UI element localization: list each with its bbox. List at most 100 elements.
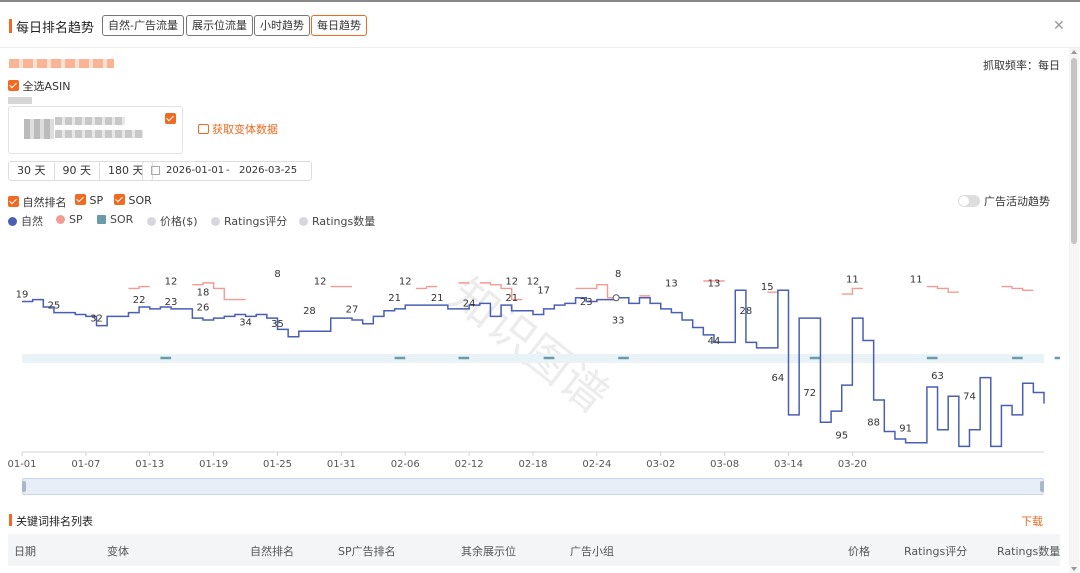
organic-data-label: 23	[580, 297, 593, 308]
download-button[interactable]: 下载	[1021, 513, 1043, 529]
calendar-icon	[151, 166, 160, 175]
range-buttons: 30 天 90 天 180 天	[8, 161, 153, 181]
col-variant: 变体	[107, 545, 129, 558]
organic-data-label: 33	[612, 315, 625, 326]
legend-dot	[299, 217, 308, 226]
legend-label: Ratings评分	[224, 215, 288, 228]
tab-daily-trend[interactable]: 每日趋势	[311, 15, 367, 36]
organic-data-label: 88	[867, 418, 880, 429]
range-slider[interactable]	[22, 478, 1044, 495]
x-tick-label: 01-13	[135, 459, 164, 470]
col-other-placement: 其余展示位	[461, 545, 516, 558]
legend-label: SP	[69, 213, 83, 226]
fetch-variants-label: 获取变体数据	[212, 123, 278, 136]
organic-data-label: 95	[835, 431, 848, 442]
legend-price[interactable]: 价格($)	[147, 213, 198, 229]
col-ratings-score: Ratings评分	[904, 545, 968, 558]
sp-data-label: 11	[910, 275, 923, 286]
x-tick-label: 03-14	[774, 459, 803, 470]
sp-data-label: 13	[708, 278, 721, 289]
x-tick-label: 03-02	[646, 459, 675, 470]
organic-data-label: 44	[708, 336, 721, 347]
check-sor[interactable]: SOR	[114, 194, 152, 207]
calendar-icon	[198, 124, 209, 134]
sp-data-label: 12	[314, 276, 327, 287]
sp-data-label: 12	[505, 276, 518, 287]
scroll-up-icon[interactable]	[1071, 50, 1077, 54]
legend-label: Ratings数量	[312, 215, 376, 228]
sp-data-label: 15	[761, 282, 774, 293]
slider-handle-left[interactable]	[22, 481, 26, 492]
organic-data-label: 22	[133, 295, 146, 306]
asin-tag-redacted	[8, 97, 32, 104]
organic-data-label: 24	[463, 299, 476, 310]
legend-sp[interactable]: SP	[56, 213, 83, 226]
x-tick-label: 01-19	[199, 459, 228, 470]
organic-data-label: 34	[239, 317, 252, 328]
sp-data-label: 17	[537, 286, 550, 297]
select-all-asin[interactable]: 全选ASIN	[8, 78, 70, 94]
sp-data-label: 8	[274, 269, 280, 280]
dialog-header: 每日排名趋势 自然-广告流量 展示位流量 小时趋势 每日趋势 ✕	[0, 2, 1080, 48]
legend-ratings-score[interactable]: Ratings评分	[211, 213, 287, 229]
legend-sor[interactable]: SOR	[97, 213, 133, 226]
checkbox-icon[interactable]	[8, 80, 19, 91]
organic-data-label: 21	[431, 293, 444, 304]
organic-data-label: 32	[90, 314, 103, 325]
col-ad-group: 广告小组	[570, 545, 614, 558]
organic-data-label: 28	[303, 306, 316, 317]
legend-ratings-count[interactable]: Ratings数量	[299, 213, 375, 229]
check-organic-label: 自然排名	[22, 196, 67, 209]
check-sor-label: SOR	[128, 194, 152, 207]
legend-dot	[56, 215, 65, 224]
keyword-redacted	[9, 59, 114, 68]
keyword-table-header: 日期 变体 自然排名 SP广告排名 其余展示位 广告小组 价格 Ratings评…	[8, 534, 1060, 566]
checkbox-icon[interactable]	[114, 194, 125, 205]
scrollbar[interactable]	[1069, 48, 1079, 573]
col-organic-rank: 自然排名	[250, 545, 294, 558]
organic-data-label: 13	[665, 278, 678, 289]
date-start[interactable]: 2026-01-01	[166, 162, 224, 180]
asin-card[interactable]	[8, 106, 183, 154]
sp-data-label: 12	[165, 276, 178, 287]
organic-data-label: 74	[963, 392, 976, 403]
slider-handle-right[interactable]	[1040, 481, 1044, 492]
organic-data-label: 23	[165, 297, 178, 308]
col-price: 价格	[848, 545, 870, 558]
fetch-variants-button[interactable]: 获取变体数据	[198, 121, 278, 137]
col-ratings-count: Ratings数量	[997, 545, 1061, 558]
scroll-down-icon[interactable]	[1071, 567, 1077, 571]
legend-square	[97, 215, 106, 224]
scrollbar-thumb[interactable]	[1071, 58, 1077, 244]
x-tick-label: 03-20	[838, 459, 867, 470]
date-end[interactable]: 2026-03-25	[239, 162, 297, 180]
tab-placement-traffic[interactable]: 展示位流量	[186, 15, 253, 36]
close-icon[interactable]: ✕	[1053, 18, 1065, 34]
organic-data-label: 25	[48, 301, 61, 312]
tab-organic-ad-traffic[interactable]: 自然-广告流量	[102, 15, 184, 36]
checkbox-icon[interactable]	[75, 194, 86, 205]
organic-data-label: 26	[197, 302, 210, 313]
range-30-button[interactable]: 30 天	[9, 162, 55, 180]
check-sp[interactable]: SP	[75, 194, 103, 207]
organic-data-label: 27	[346, 304, 359, 315]
product-thumbnail	[24, 119, 54, 139]
tab-hourly-trend[interactable]: 小时趋势	[254, 15, 310, 36]
hover-point	[612, 294, 620, 302]
legend-label: 自然	[21, 215, 43, 228]
legend-organic[interactable]: 自然	[8, 213, 43, 229]
asin-subtitle-redacted	[55, 130, 143, 138]
organic-data-label: 28	[740, 306, 753, 317]
asin-checkbox[interactable]	[165, 113, 176, 124]
check-organic[interactable]: 自然排名	[8, 194, 67, 210]
checkbox-icon[interactable]	[8, 196, 19, 207]
date-range-picker[interactable]: 2026-01-01 - 2026-03-25	[142, 161, 312, 181]
keyword-section-title: 关键词排名列表	[16, 515, 93, 528]
x-tick-label: 01-07	[71, 459, 100, 470]
col-date: 日期	[14, 545, 36, 558]
toggle-switch[interactable]	[958, 195, 980, 207]
section-accent	[9, 514, 12, 526]
ad-trend-toggle[interactable]: 广告活动趋势	[958, 193, 1050, 209]
range-90-button[interactable]: 90 天	[55, 162, 100, 180]
sp-data-label: 11	[846, 275, 859, 286]
